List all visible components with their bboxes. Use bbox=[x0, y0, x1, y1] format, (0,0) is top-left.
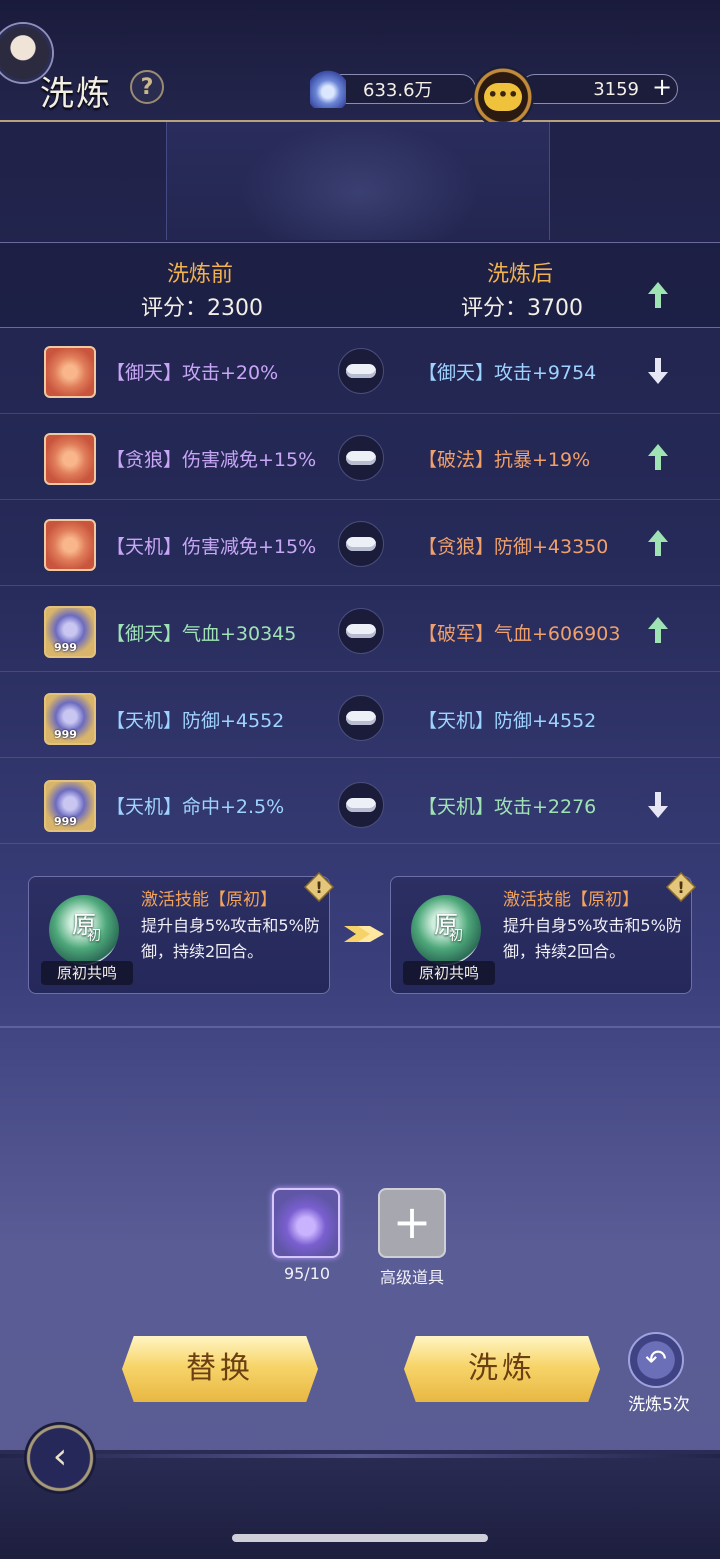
skill-name: 原初共鸣 bbox=[41, 961, 133, 985]
lock-icon bbox=[346, 711, 376, 725]
before-score: 评分：2300 bbox=[141, 296, 263, 321]
down-arrow-icon bbox=[646, 790, 670, 824]
equipment-icon[interactable] bbox=[44, 346, 96, 398]
equipment-icon[interactable]: 999 bbox=[44, 693, 96, 745]
level-badge: 999 bbox=[54, 728, 77, 741]
skill-title: 激活技能【原初】 bbox=[141, 890, 277, 910]
gem-amount: 633.6万 bbox=[363, 80, 433, 101]
gold-amount: 3159 bbox=[593, 78, 639, 100]
transform-arrow-icon bbox=[340, 920, 386, 948]
skill-orb-icon: 原初 bbox=[49, 895, 119, 965]
home-indicator[interactable] bbox=[232, 1534, 488, 1542]
question-icon: ? bbox=[140, 74, 154, 100]
attr-after: 【贪狼】防御+43350 bbox=[418, 536, 609, 558]
skill-name: 原初共鸣 bbox=[403, 961, 495, 985]
footer-divider bbox=[0, 1454, 720, 1458]
skill-card-after[interactable]: 原初 原初共鸣 激活技能【原初】 提升自身5%攻击和5%防御，持续2回合。 bbox=[390, 876, 692, 994]
up-arrow-icon bbox=[646, 442, 670, 472]
svg-text:!: ! bbox=[677, 878, 684, 897]
attr-after: 【天机】防御+4552 bbox=[418, 710, 597, 732]
section-divider bbox=[0, 1026, 720, 1028]
equipment-icon[interactable]: 999 bbox=[44, 780, 96, 832]
attr-after: 【御天】攻击+9754 bbox=[418, 362, 597, 384]
skill-orb-icon: 原初 bbox=[411, 895, 481, 965]
lock-icon bbox=[346, 798, 376, 812]
attr-after: 【破法】抗暴+19% bbox=[418, 449, 591, 471]
lock-icon bbox=[346, 451, 376, 465]
attr-before: 【天机】命中+2.5% bbox=[106, 796, 285, 818]
level-badge: 999 bbox=[54, 641, 77, 654]
gem-icon bbox=[310, 68, 346, 108]
before-title: 洗炼前 bbox=[166, 262, 233, 287]
refine-button[interactable]: 洗炼 bbox=[404, 1336, 600, 1402]
skill-orb-sub: 初 bbox=[449, 928, 463, 944]
skill-description: 提升自身5%攻击和5%防御，持续2回合。 bbox=[141, 916, 320, 961]
skill-card-before[interactable]: 原初 原初共鸣 激活技能【原初】 提升自身5%攻击和5%防御，持续2回合。 bbox=[28, 876, 330, 994]
lock-toggle-button[interactable] bbox=[338, 608, 384, 654]
replace-button[interactable]: 替换 bbox=[122, 1336, 318, 1402]
equipment-icon[interactable] bbox=[44, 519, 96, 571]
warning-icon[interactable]: ! bbox=[303, 871, 335, 903]
score-up-arrow-icon bbox=[646, 280, 670, 310]
undo-arrow-icon: ↶ bbox=[645, 1345, 667, 1375]
lock-toggle-button[interactable] bbox=[338, 348, 384, 394]
skill-orb-sub: 初 bbox=[87, 928, 101, 944]
up-arrow-icon bbox=[646, 528, 670, 558]
refine-5-button[interactable]: ↶ bbox=[628, 1332, 684, 1388]
attr-before: 【天机】防御+4552 bbox=[106, 710, 285, 732]
crystal-material-slot[interactable] bbox=[272, 1188, 340, 1258]
equipment-icon[interactable] bbox=[44, 433, 96, 485]
help-button[interactable]: ? bbox=[130, 70, 164, 104]
add-advanced-item-button[interactable]: + bbox=[378, 1188, 446, 1258]
page-title: 洗炼 bbox=[40, 74, 112, 114]
after-title: 洗炼后 bbox=[486, 262, 553, 287]
chat-button[interactable]: ••• bbox=[472, 66, 534, 128]
equipment-icon[interactable]: 999 bbox=[44, 606, 96, 658]
attr-before: 【御天】攻击+20% bbox=[106, 362, 279, 384]
lock-toggle-button[interactable] bbox=[338, 695, 384, 741]
down-arrow-icon bbox=[646, 356, 670, 390]
lock-icon bbox=[346, 364, 376, 378]
attr-after: 【破军】气血+606903 bbox=[418, 623, 621, 645]
lock-toggle-button[interactable] bbox=[338, 521, 384, 567]
plus-icon: + bbox=[392, 1195, 432, 1249]
back-arrow-icon: ‹ bbox=[52, 1436, 68, 1477]
up-arrow-icon bbox=[646, 615, 670, 645]
level-badge: 999 bbox=[54, 815, 77, 828]
lock-toggle-button[interactable] bbox=[338, 435, 384, 481]
lock-icon bbox=[346, 624, 376, 638]
skill-description: 提升自身5%攻击和5%防御，持续2回合。 bbox=[503, 916, 682, 961]
lock-toggle-button[interactable] bbox=[338, 782, 384, 828]
footer-bar bbox=[0, 1450, 720, 1559]
advanced-item-label: 高级道具 bbox=[379, 1268, 444, 1287]
svg-text:!: ! bbox=[315, 878, 322, 897]
after-score: 评分：3700 bbox=[461, 296, 583, 321]
attr-before: 【贪狼】伤害减免+15% bbox=[106, 449, 317, 471]
chat-bubble-icon: ••• bbox=[484, 83, 522, 111]
skill-title: 激活技能【原初】 bbox=[503, 890, 639, 910]
add-currency-button[interactable]: + bbox=[650, 75, 674, 100]
attr-after: 【天机】攻击+2276 bbox=[418, 796, 597, 818]
decorative-banner bbox=[166, 122, 550, 240]
warning-icon[interactable]: ! bbox=[665, 871, 697, 903]
attr-before: 【天机】伤害减免+15% bbox=[106, 536, 317, 558]
attr-before: 【御天】气血+30345 bbox=[106, 623, 297, 645]
lock-icon bbox=[346, 537, 376, 551]
refine-5-label: 洗炼5次 bbox=[628, 1395, 690, 1415]
back-button[interactable]: ‹ bbox=[24, 1422, 96, 1494]
crystal-count: 95/10 bbox=[283, 1264, 331, 1283]
